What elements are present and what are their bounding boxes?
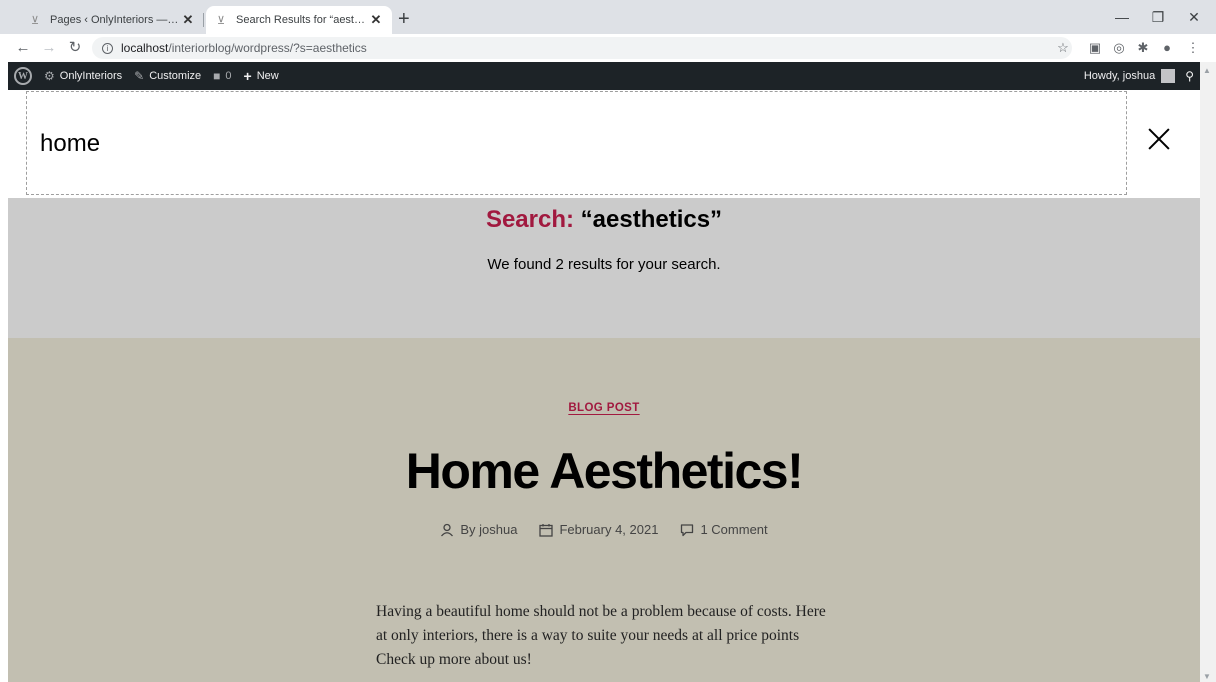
tab-close-icon[interactable]: ✕ — [180, 12, 196, 28]
post-entry: BLOG POST Home Aesthetics! By joshua Feb… — [8, 338, 1200, 682]
scroll-down-arrow-icon[interactable]: ▼ — [1203, 672, 1211, 681]
comment-icon — [681, 523, 694, 536]
tab-title: Search Results for “aesthetics” – OnlyIn… — [236, 14, 368, 26]
category-link[interactable]: BLOG POST — [568, 402, 640, 414]
my-account-link[interactable]: Howdy, joshua — [1078, 62, 1179, 90]
tab-close-icon[interactable]: ✕ — [368, 12, 384, 28]
bookmark-star-icon[interactable]: ☆ — [1054, 39, 1072, 57]
post-comments[interactable]: 1 Comment — [680, 522, 768, 537]
scroll-up-arrow-icon[interactable]: ▲ — [1203, 66, 1211, 75]
address-bar-row: ← → ↻ i localhost/interiorblog/wordpress… — [0, 34, 1216, 62]
site-info-icon[interactable]: i — [102, 42, 113, 54]
search-input[interactable]: home — [26, 91, 1127, 195]
post-meta: By joshua February 4, 2021 1 Comment — [8, 522, 1200, 537]
comments-count: 0 — [225, 70, 232, 82]
reload-icon[interactable]: ↻ — [64, 37, 86, 59]
site-name: OnlyInteriors — [59, 70, 123, 82]
post-author[interactable]: By joshua — [440, 522, 517, 537]
search-close-button[interactable] — [1144, 125, 1174, 155]
comments-link[interactable]: ■ 0 — [207, 62, 237, 90]
wp-logo-menu[interactable]: W — [8, 62, 38, 90]
plus-icon: + — [243, 68, 252, 84]
post-date[interactable]: February 4, 2021 — [539, 522, 658, 537]
search-modal: home — [8, 90, 1200, 198]
profile-avatar[interactable]: ● — [1158, 39, 1176, 57]
calendar-icon — [539, 523, 554, 537]
customize-link[interactable]: ✎ Customize — [128, 62, 207, 90]
post-excerpt: Having a beautiful home should not be a … — [376, 603, 826, 668]
dashboard-icon: ⚙ — [44, 69, 55, 83]
archive-header: Search: “aesthetics” We found 2 results … — [8, 198, 1200, 338]
post-author-label: By joshua — [460, 522, 518, 537]
browser-tab-strip: ⊻ Pages ‹ OnlyInteriors — WordPress ✕ ⊻ … — [0, 0, 1216, 34]
archive-title-query: “aesthetics” — [580, 206, 723, 233]
post-title[interactable]: Home Aesthetics! — [8, 442, 1200, 500]
wordpress-logo-icon: W — [14, 67, 32, 85]
post-date-label: February 4, 2021 — [559, 522, 659, 537]
site-name-link[interactable]: ⚙ OnlyInteriors — [38, 62, 128, 90]
archive-subtitle: We found 2 results for your search. — [487, 256, 721, 273]
extension-icon[interactable]: ◎ — [1110, 39, 1128, 57]
customize-label: Customize — [149, 70, 202, 82]
paintbrush-icon: ✎ — [134, 69, 145, 83]
tab-title: Pages ‹ OnlyInteriors — WordPress — [50, 14, 180, 26]
archive-title: Search: “aesthetics” — [8, 206, 1200, 234]
howdy-label: Howdy, joshua — [1083, 70, 1156, 82]
restore-icon[interactable]: ❐ — [1140, 4, 1176, 30]
archive-title-prefix: Search: — [485, 206, 574, 233]
new-tab-icon[interactable]: + — [398, 8, 410, 30]
extension-icon[interactable]: ▣ — [1086, 39, 1104, 57]
url-path: /interiorblog/wordpress/?s=aesthetics — [168, 41, 367, 55]
page-scrollbar[interactable] — [1200, 62, 1216, 682]
extensions-puzzle-icon[interactable]: ✱ — [1134, 39, 1152, 57]
comment-bubble-icon: ■ — [213, 69, 221, 83]
window-close-icon[interactable]: ✕ — [1176, 4, 1212, 30]
person-icon — [441, 523, 454, 536]
user-avatar — [1161, 69, 1176, 83]
browser-menu-icon[interactable]: ⋮ — [1184, 39, 1202, 57]
new-content-link[interactable]: + New — [238, 62, 285, 90]
wp-admin-bar: W ⚙ OnlyInteriors ✎ Customize ■ 0 + New … — [8, 62, 1200, 90]
url-host: localhost — [121, 41, 169, 55]
wordpress-favicon-icon: ⊻ — [30, 14, 40, 27]
tab-divider — [203, 13, 204, 27]
tab-pages[interactable]: ⊻ Pages ‹ OnlyInteriors — WordPress ✕ — [20, 6, 204, 34]
wordpress-favicon-icon: ⊻ — [216, 14, 226, 27]
forward-arrow-icon[interactable]: → — [38, 37, 60, 59]
minimize-icon[interactable]: — — [1104, 4, 1140, 30]
back-arrow-icon[interactable]: ← — [12, 37, 34, 59]
search-icon: ⚲ — [1185, 69, 1194, 83]
post-comments-label: 1 Comment — [700, 522, 768, 537]
admin-search-button[interactable]: ⚲ — [1179, 62, 1200, 90]
new-label: New — [256, 70, 279, 82]
url-field[interactable]: i localhost/interiorblog/wordpress/?s=ae… — [92, 37, 1072, 59]
tab-search-results[interactable]: ⊻ Search Results for “aesthetics” – Only… — [206, 6, 392, 34]
